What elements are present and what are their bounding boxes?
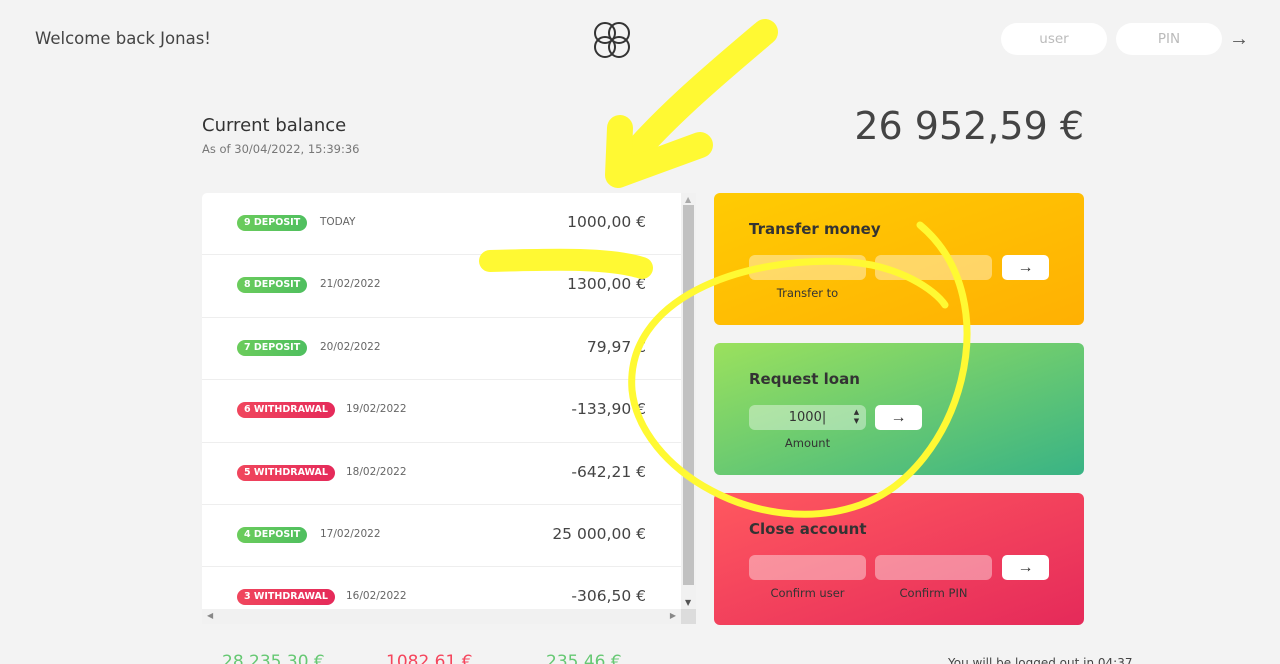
movement-value: -306,50 € — [571, 587, 646, 606]
scroll-up-icon[interactable]: ▲ — [685, 195, 691, 204]
arrow-annotation-shaft — [609, 19, 778, 181]
loan-amount-input[interactable]: 1000| ▲ ▼ — [749, 405, 866, 430]
movement-row: 7 deposit 20/02/2022 79,97 € — [202, 318, 681, 381]
movements-horizontal-scrollbar[interactable]: ◀ ▶ — [202, 609, 681, 624]
movement-value: -642,21 € — [571, 462, 646, 481]
summary-out-value: 1082,61 € — [386, 652, 473, 664]
login-user-input[interactable]: user — [1001, 23, 1107, 55]
number-spinner-icon[interactable]: ▲ ▼ — [851, 408, 862, 427]
summary-in-value: 28 235,30 € — [222, 652, 325, 664]
movement-value: 1000,00 € — [567, 213, 646, 231]
movement-date: 18/02/2022 — [346, 465, 407, 478]
movement-value: 25 000,00 € — [552, 524, 646, 543]
movements-vertical-scrollbar[interactable]: ▲ ▼ — [681, 193, 696, 609]
close-pin-label: Confirm PIN — [899, 586, 968, 600]
balance-label: Current balance — [202, 115, 347, 136]
movement-type-badge: 6 withdrawal — [237, 402, 335, 419]
movement-date: 17/02/2022 — [320, 527, 381, 540]
logo-icon — [594, 22, 630, 58]
movement-value: 1300,00 € — [567, 275, 646, 294]
movement-date: 16/02/2022 — [346, 590, 407, 603]
scroll-down-icon[interactable]: ▼ — [685, 598, 691, 607]
movement-type-badge: 3 withdrawal — [237, 589, 335, 606]
scroll-right-icon[interactable]: ▶ — [670, 611, 676, 620]
scrollbar-corner — [681, 609, 696, 624]
loan-submit-button[interactable]: → — [875, 405, 922, 430]
movement-row: 3 withdrawal 16/02/2022 -306,50 € — [202, 567, 681, 609]
movement-date: 19/02/2022 — [346, 403, 407, 416]
balance-value: 26 952,59 € — [854, 104, 1084, 148]
transfer-to-label: Transfer to — [776, 286, 839, 300]
movement-row: 8 deposit 21/02/2022 1300,00 € — [202, 255, 681, 318]
balance-date: As of 30/04/2022, 15:39:36 — [202, 142, 360, 156]
movement-type-badge: 9 deposit — [237, 215, 308, 231]
movement-date: TODAY — [320, 216, 356, 228]
loan-title: Request loan — [749, 370, 860, 388]
movement-value: -133,90 € — [571, 400, 646, 419]
login-button[interactable]: → — [1229, 26, 1249, 52]
logout-timer: You will be logged out in 04:37 — [948, 656, 1133, 664]
transfer-amount-input[interactable] — [875, 255, 992, 280]
scroll-left-icon[interactable]: ◀ — [207, 611, 213, 620]
movement-row: 6 withdrawal 19/02/2022 -133,90 € — [202, 380, 681, 443]
summary-interest-value: 235,46 € — [546, 652, 622, 664]
movement-type-badge: 4 deposit — [237, 526, 308, 543]
welcome-message: Welcome back Jonas! — [35, 29, 211, 48]
movement-date: 21/02/2022 — [320, 278, 381, 291]
arrow-annotation-head — [605, 115, 713, 188]
login-pin-input[interactable]: PIN — [1116, 23, 1222, 55]
loan-amount-value: 1000 — [788, 410, 822, 425]
close-account-panel: Close account → Confirm user Confirm PIN — [714, 493, 1084, 625]
movement-type-badge: 8 deposit — [237, 277, 308, 294]
movement-date: 20/02/2022 — [320, 340, 381, 353]
movement-row: 9 deposit TODAY 1000,00 € — [202, 193, 681, 256]
close-submit-button[interactable]: → — [1002, 555, 1049, 580]
scrollbar-thumb[interactable] — [683, 205, 694, 585]
movement-value: 79,97 € — [586, 337, 646, 356]
transfer-title: Transfer money — [749, 220, 881, 238]
movements-list[interactable]: 9 deposit TODAY 1000,00 € 8 deposit 21/0… — [202, 193, 681, 609]
transfer-panel: Transfer money → Transfer to — [714, 193, 1084, 325]
loan-amount-label: Amount — [784, 436, 831, 450]
close-title: Close account — [749, 520, 867, 538]
transfer-submit-button[interactable]: → — [1002, 255, 1049, 280]
transfer-to-input[interactable] — [749, 255, 866, 280]
close-user-input[interactable] — [749, 555, 866, 580]
close-pin-input[interactable] — [875, 555, 992, 580]
movement-row: 5 withdrawal 18/02/2022 -642,21 € — [202, 443, 681, 505]
close-user-label: Confirm user — [770, 586, 845, 600]
loan-panel: Request loan 1000| ▲ ▼ → Amount — [714, 343, 1084, 475]
movement-type-badge: 5 withdrawal — [237, 464, 335, 481]
movement-row: 4 deposit 17/02/2022 25 000,00 € — [202, 505, 681, 568]
movement-type-badge: 7 deposit — [237, 339, 308, 356]
